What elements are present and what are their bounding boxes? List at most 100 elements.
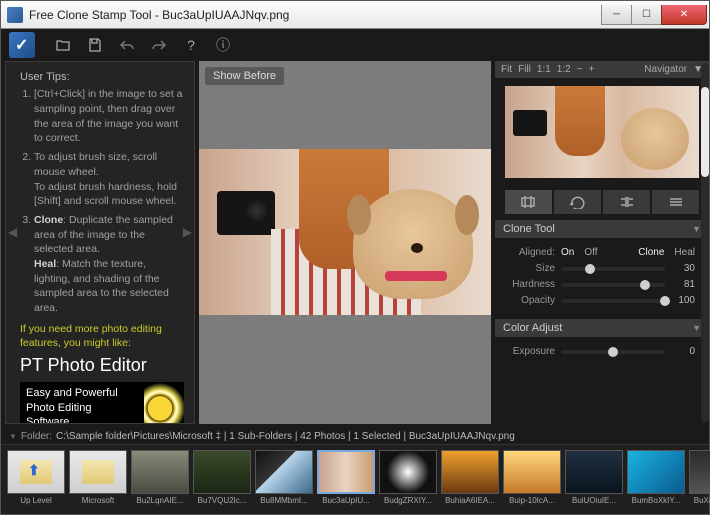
thumbnail-label: Bu8MMbmI... — [255, 496, 313, 505]
filmstrip-thumbnail[interactable]: BuhiaA6IEA... — [441, 450, 499, 510]
tips-prev-button[interactable]: ◀ — [8, 224, 17, 241]
minimize-button[interactable]: ─ — [601, 5, 631, 25]
thumbnail-label: BuiUOiuIE... — [565, 496, 623, 505]
thumbnail-label: Buc3aUpIU... — [317, 496, 375, 505]
color-adjust-controls: Exposure 0 — [495, 337, 709, 370]
tips-next-button[interactable]: ▶ — [183, 224, 192, 241]
maximize-button[interactable]: ☐ — [631, 5, 661, 25]
exposure-slider[interactable] — [561, 350, 665, 354]
thumbnail-label: Up Level — [7, 496, 65, 505]
tips-panel: ◀ ▶ User Tips: [Ctrl+Click] in the image… — [5, 61, 195, 424]
zoom-in-button[interactable]: + — [589, 64, 595, 75]
filmstrip-thumbnail[interactable]: Buc3aUpIU... — [317, 450, 375, 510]
filmstrip-thumbnail[interactable]: BumBoXkIY... — [627, 450, 685, 510]
hardness-slider[interactable] — [561, 283, 665, 287]
app-window: Free Clone Stamp Tool - Buc3aUpIUAAJNqv.… — [0, 0, 710, 515]
help-button[interactable]: ? — [181, 35, 201, 55]
filmstrip-thumbnail[interactable]: Bu2LqnAIE... — [131, 450, 189, 510]
status-bar: ▼ Folder: C:\Sample folder\Pictures\Micr… — [1, 428, 709, 444]
tool-tab-crop[interactable] — [505, 190, 552, 214]
filmstrip: Up Level Microsoft Bu2LqnAIE... Bu7VQU2Ic..… — [1, 444, 709, 514]
navigator-thumbnail[interactable] — [505, 86, 699, 178]
navigator-toolbar: Fit Fill 1:1 1:2 − + Navigator ▼ — [495, 61, 709, 78]
zoom-1to2-button[interactable]: 1:2 — [557, 64, 571, 75]
filmstrip-thumbnail[interactable]: Buip-10IcA... — [503, 450, 561, 510]
image-camera — [217, 191, 275, 235]
titlebar: Free Clone Stamp Tool - Buc3aUpIUAAJNqv.… — [1, 1, 709, 29]
filmstrip-thumbnail[interactable]: BuXqTtAIIA... — [689, 450, 710, 510]
tips-item: To adjust brush size, scroll mouse wheel… — [34, 150, 184, 209]
color-adjust-header[interactable]: Color Adjust ▼ — [495, 319, 709, 337]
aligned-on-option[interactable]: On — [561, 247, 574, 258]
opacity-label: Opacity — [509, 295, 555, 306]
thumbnail-label: BuXqTtAIIA... — [689, 496, 710, 505]
tool-tab-bar — [495, 186, 709, 220]
clone-tool-header[interactable]: Clone Tool ▼ — [495, 220, 709, 238]
opacity-slider[interactable] — [561, 299, 665, 303]
folder-path: C:\Sample folder\Pictures\Microsoft ‡ | … — [56, 431, 515, 442]
zoom-fill-button[interactable]: Fill — [518, 64, 531, 75]
hardness-value: 81 — [671, 279, 695, 290]
filmstrip-folder[interactable]: Up Level — [7, 450, 65, 510]
exposure-label: Exposure — [509, 346, 555, 357]
filmstrip-thumbnail[interactable]: Bu7VQU2Ic... — [193, 450, 251, 510]
inspector-scrollbar-thumb[interactable] — [701, 87, 709, 177]
image-collar — [385, 271, 447, 281]
statusbar-collapse-icon[interactable]: ▼ — [9, 432, 17, 441]
tool-tab-rotate[interactable] — [554, 190, 601, 214]
close-button[interactable]: ✕ — [661, 5, 707, 25]
clone-tool-title: Clone Tool — [503, 223, 555, 235]
promo-line1: If you need more photo editing features,… — [20, 322, 184, 351]
main-area: ◀ ▶ User Tips: [Ctrl+Click] in the image… — [1, 61, 709, 428]
clone-tool-controls: Aligned: On Off Clone Heal Size 30 — [495, 238, 709, 319]
window-title: Free Clone Stamp Tool - Buc3aUpIUAAJNqv.… — [29, 8, 601, 22]
info-button[interactable]: ⓘ — [213, 35, 233, 55]
tips-item: [Ctrl+Click] in the image to set a sampl… — [34, 87, 184, 146]
hardness-label: Hardness — [509, 279, 555, 290]
canvas-image[interactable] — [199, 149, 491, 315]
promo-box[interactable]: Easy and Powerful Photo Editing Software… — [20, 382, 184, 424]
zoom-1to1-button[interactable]: 1:1 — [537, 64, 551, 75]
size-label: Size — [509, 263, 555, 274]
inspector-panel: Fit Fill 1:1 1:2 − + Navigator ▼ Clone — [495, 61, 709, 424]
thumbnail-label: BudgZRXIY... — [379, 496, 437, 505]
thumbnail-label: Microsoft — [69, 496, 127, 505]
filmstrip-thumbnail[interactable]: BuiUOiuIE... — [565, 450, 623, 510]
aligned-label: Aligned: — [509, 247, 555, 258]
undo-button[interactable] — [117, 35, 137, 55]
tips-heading: User Tips: — [20, 70, 184, 85]
thumbnail-label: Bu2LqnAIE... — [131, 496, 189, 505]
filmstrip-folder[interactable]: Microsoft — [69, 450, 127, 510]
exposure-value: 0 — [671, 346, 695, 357]
tool-tab-compare[interactable] — [603, 190, 650, 214]
promo-line2[interactable]: PT Photo Editor — [20, 353, 184, 378]
filmstrip-thumbnail[interactable]: BudgZRXIY... — [379, 450, 437, 510]
toolbar: ? ⓘ — [1, 29, 709, 61]
mode-heal-option[interactable]: Heal — [674, 247, 695, 258]
opacity-value: 100 — [671, 295, 695, 306]
show-before-button[interactable]: Show Before — [205, 67, 284, 85]
navigator-title: Navigator — [644, 64, 687, 75]
zoom-out-button[interactable]: − — [577, 64, 583, 75]
aligned-off-option[interactable]: Off — [584, 247, 597, 258]
thumbnail-label: BumBoXkIY... — [627, 496, 685, 505]
chevron-down-icon: ▼ — [692, 323, 701, 333]
promo-flower-icon — [144, 382, 184, 424]
size-slider[interactable] — [561, 267, 665, 271]
canvas-area[interactable]: Show Before — [199, 61, 491, 424]
app-logo-icon — [9, 32, 35, 58]
tips-item: Clone: Duplicate the sampled area of the… — [34, 213, 184, 316]
tips-list: [Ctrl+Click] in the image to set a sampl… — [20, 87, 184, 315]
size-value: 30 — [671, 263, 695, 274]
filmstrip-thumbnail[interactable]: Bu8MMbmI... — [255, 450, 313, 510]
save-button[interactable] — [85, 35, 105, 55]
thumbnail-label: Buip-10IcA... — [503, 496, 561, 505]
app-icon — [7, 7, 23, 23]
tool-tab-sliders[interactable] — [652, 190, 699, 214]
mode-clone-option[interactable]: Clone — [638, 247, 664, 258]
redo-button[interactable] — [149, 35, 169, 55]
zoom-fit-button[interactable]: Fit — [501, 64, 512, 75]
open-file-button[interactable] — [53, 35, 73, 55]
folder-label: Folder: — [21, 431, 52, 442]
chevron-down-icon: ▼ — [692, 224, 701, 234]
